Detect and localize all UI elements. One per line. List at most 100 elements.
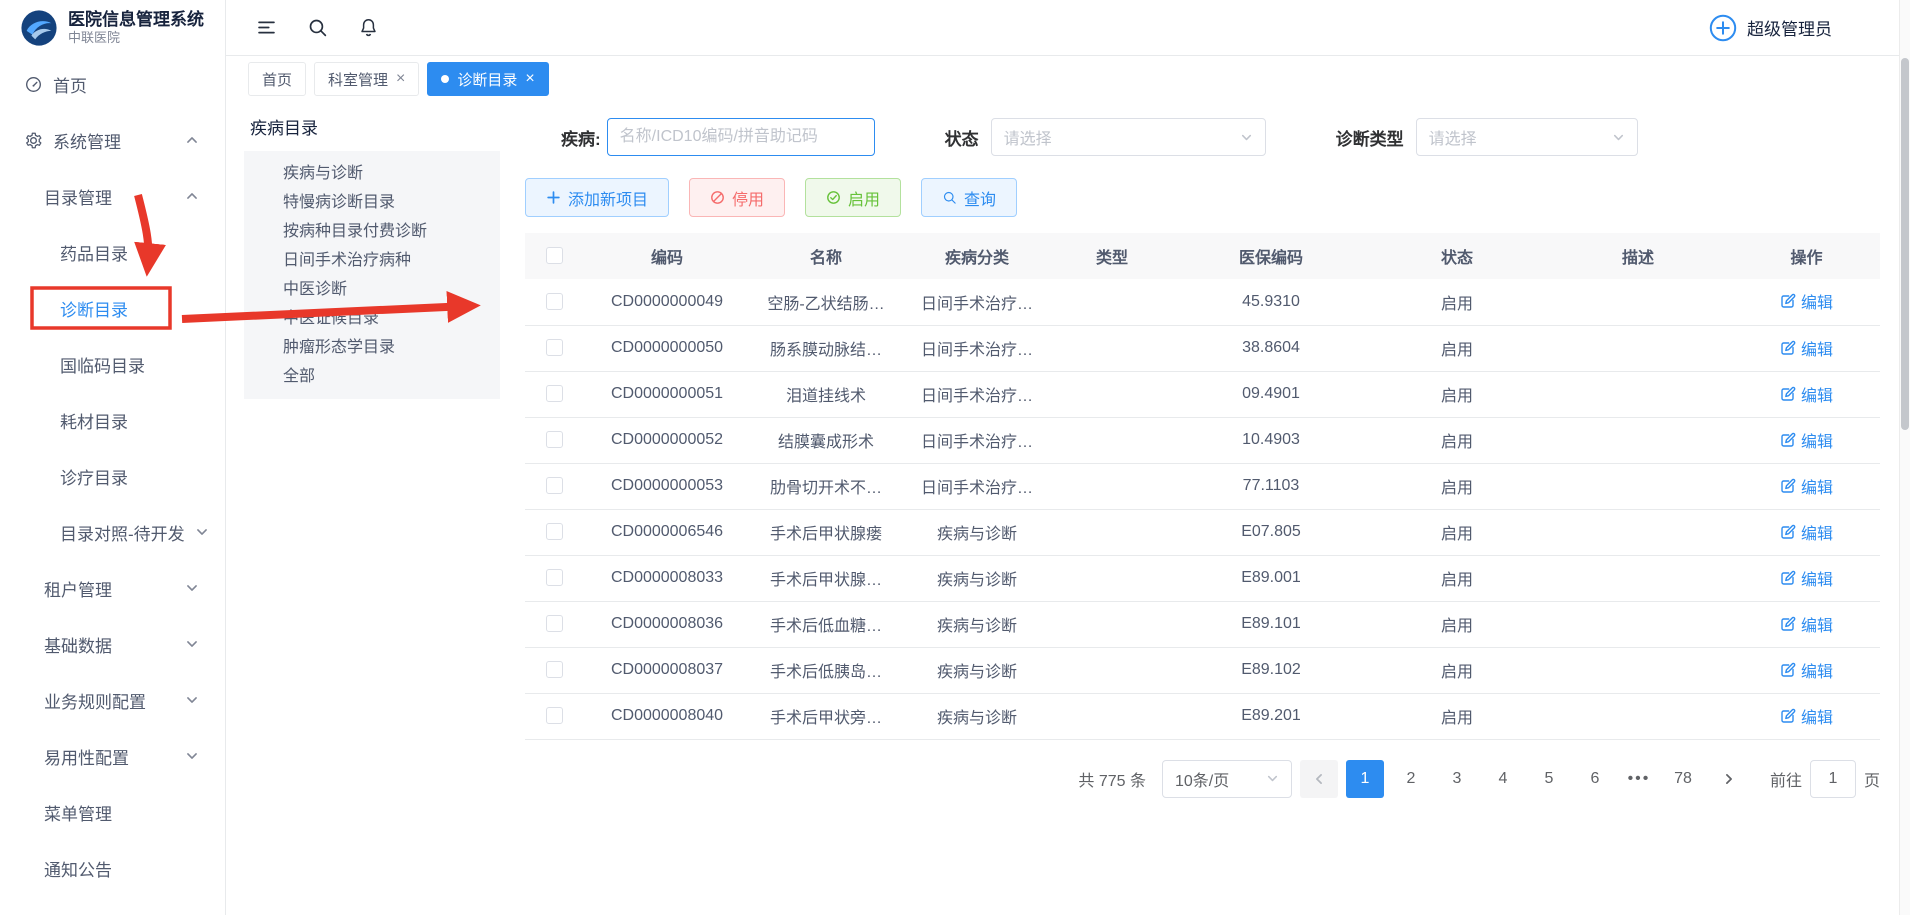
enable-button[interactable]: 启用 (805, 178, 901, 217)
bell-icon[interactable] (358, 17, 379, 38)
cell-category: 日间手术治疗… (901, 371, 1053, 417)
row-checkbox[interactable] (546, 615, 563, 632)
catalog-item[interactable]: 中医诊断 (244, 275, 500, 304)
page-button-4[interactable]: 4 (1484, 760, 1522, 798)
catalog-title: 疾病目录 (244, 110, 500, 151)
close-icon[interactable]: × (525, 71, 534, 87)
cell-status: 启用 (1371, 601, 1543, 647)
sidebar-item-usability-config[interactable]: 易用性配置 (0, 728, 225, 784)
cell-code: CD0000000052 (583, 417, 751, 463)
catalog-item[interactable]: 疾病与诊断 (244, 159, 500, 188)
edit-icon (1780, 708, 1796, 724)
page-button-5[interactable]: 5 (1530, 760, 1568, 798)
search-icon[interactable] (307, 17, 328, 38)
disease-catalog-panel: 疾病目录 疾病与诊断 特慢病诊断目录 按病种目录付费诊断 日间手术治疗病种 中医… (244, 110, 500, 915)
page-button-2[interactable]: 2 (1392, 760, 1430, 798)
edit-button[interactable]: 编辑 (1780, 658, 1833, 682)
table-row: CD0000000051 泪道挂线术 日间手术治疗… 09.4901 启用 编辑 (525, 371, 1880, 417)
scrollbar-thumb[interactable] (1901, 58, 1909, 430)
tab-home[interactable]: 首页 (248, 62, 306, 96)
diagnosis-type-select[interactable]: 请选择 (1416, 118, 1638, 156)
select-all-checkbox[interactable] (546, 247, 563, 264)
row-checkbox[interactable] (546, 707, 563, 724)
goto-label: 前往 (1770, 767, 1802, 791)
cell-name: 手术后低血糖… (751, 601, 901, 647)
sidebar-item-menu-management[interactable]: 菜单管理 (0, 784, 225, 840)
catalog-item[interactable]: 特慢病诊断目录 (244, 188, 500, 217)
cell-insurance-code: 77.1103 (1171, 463, 1371, 509)
edit-button[interactable]: 编辑 (1780, 336, 1833, 360)
row-checkbox[interactable] (546, 661, 563, 678)
cell-insurance-code: 09.4901 (1171, 371, 1371, 417)
status-select[interactable]: 请选择 (991, 118, 1266, 156)
cell-category: 日间手术治疗… (901, 279, 1053, 325)
tab-department-management[interactable]: 科室管理 × (314, 62, 419, 96)
sidebar-item-catalog-mapping[interactable]: 目录对照-待开发 (0, 504, 225, 560)
cell-description (1543, 601, 1733, 647)
row-checkbox[interactable] (546, 523, 563, 540)
catalog-item[interactable]: 日间手术治疗病种 (244, 246, 500, 275)
table-row: CD0000008040 手术后甲状旁… 疾病与诊断 E89.201 启用 编辑 (525, 693, 1880, 739)
page-size-select[interactable]: 10条/页 (1162, 760, 1292, 798)
page-button-6[interactable]: 6 (1576, 760, 1614, 798)
row-checkbox[interactable] (546, 477, 563, 494)
edit-button[interactable]: 编辑 (1780, 704, 1833, 728)
prev-page-button[interactable] (1300, 760, 1338, 798)
sidebar-item-system-management[interactable]: 系统管理 (0, 112, 225, 168)
sidebar-item-treatment-catalog[interactable]: 诊疗目录 (0, 448, 225, 504)
catalog-item[interactable]: 全部 (244, 362, 500, 391)
sidebar-item-business-rules[interactable]: 业务规则配置 (0, 672, 225, 728)
sidebar-item-catalog-management[interactable]: 目录管理 (0, 168, 225, 224)
catalog-item[interactable]: 按病种目录付费诊断 (244, 217, 500, 246)
add-item-button[interactable]: 添加新项目 (525, 178, 669, 217)
edit-button[interactable]: 编辑 (1780, 474, 1833, 498)
sidebar-item-tenant-management[interactable]: 租户管理 (0, 560, 225, 616)
edit-button[interactable]: 编辑 (1780, 289, 1833, 313)
cell-status: 启用 (1371, 279, 1543, 325)
collapse-menu-icon[interactable] (256, 17, 277, 38)
goto-page-input[interactable] (1810, 760, 1856, 798)
sidebar-item-basic-data[interactable]: 基础数据 (0, 616, 225, 672)
catalog-item[interactable]: 肿瘤形态学目录 (244, 333, 500, 362)
row-checkbox[interactable] (546, 431, 563, 448)
sidebar-item-consumables-catalog[interactable]: 耗材目录 (0, 392, 225, 448)
sidebar-item-diagnosis-catalog[interactable]: 诊断目录 (0, 280, 225, 336)
app-logo (20, 9, 58, 47)
sidebar-item-drug-catalog[interactable]: 药品目录 (0, 224, 225, 280)
disable-button[interactable]: 停用 (689, 178, 785, 217)
edit-button[interactable]: 编辑 (1780, 566, 1833, 590)
edit-button[interactable]: 编辑 (1780, 520, 1833, 544)
row-checkbox[interactable] (546, 569, 563, 586)
cell-description (1543, 325, 1733, 371)
chevron-down-icon (185, 693, 199, 707)
close-icon[interactable]: × (396, 71, 405, 87)
query-button[interactable]: 查询 (921, 178, 1017, 217)
sidebar-item-label: 首页 (53, 72, 87, 97)
page-button-3[interactable]: 3 (1438, 760, 1476, 798)
sidebar-item-label: 国临码目录 (60, 352, 145, 377)
next-page-button[interactable] (1710, 760, 1748, 798)
sidebar-item-label: 耗材目录 (60, 408, 128, 433)
tab-diagnosis-catalog[interactable]: 诊断目录 × (427, 62, 548, 96)
page-button-1[interactable]: 1 (1346, 760, 1384, 798)
sidebar-item-national-code-catalog[interactable]: 国临码目录 (0, 336, 225, 392)
cell-type (1053, 555, 1171, 601)
row-checkbox[interactable] (546, 293, 563, 310)
cell-code: CD0000000049 (583, 279, 751, 325)
cell-name: 泪道挂线术 (751, 371, 901, 417)
edit-button[interactable]: 编辑 (1780, 612, 1833, 636)
disease-search-input[interactable] (607, 118, 875, 156)
scrollbar-track[interactable] (1899, 0, 1910, 915)
catalog-item[interactable]: 中医证候目录 (244, 304, 500, 333)
row-checkbox[interactable] (546, 339, 563, 356)
sidebar-item-notice[interactable]: 通知公告 (0, 840, 225, 896)
sidebar-item-home[interactable]: 首页 (0, 56, 225, 112)
edit-button[interactable]: 编辑 (1780, 382, 1833, 406)
page-button-78[interactable]: 78 (1664, 760, 1702, 798)
row-checkbox[interactable] (546, 385, 563, 402)
sidebar-item-label: 基础数据 (44, 632, 112, 657)
more-pages-ellipsis[interactable]: ••• (1622, 770, 1656, 788)
user-menu[interactable]: 超级管理员 (1709, 14, 1832, 42)
diagnosis-type-filter-label: 诊断类型 (1336, 125, 1404, 150)
edit-button[interactable]: 编辑 (1780, 428, 1833, 452)
